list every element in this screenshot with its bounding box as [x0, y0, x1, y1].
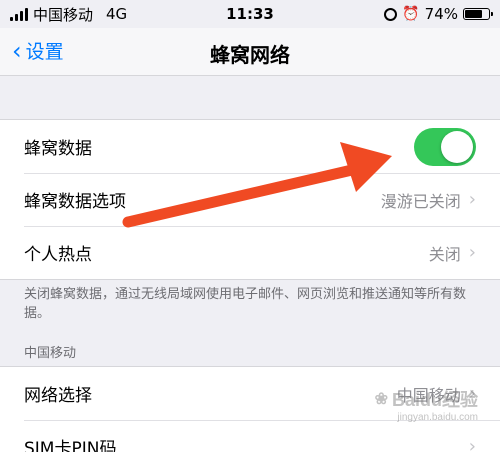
battery-icon [463, 8, 493, 20]
cellular-group: 蜂窝数据 蜂窝数据选项 漫游已关闭 › 个人热点 关闭 › [0, 119, 500, 280]
cellular-options-value: 漫游已关闭 [380, 191, 461, 211]
sim-pin-label: SIM卡PIN码 [24, 439, 117, 452]
cellular-data-label: 蜂窝数据 [24, 139, 92, 159]
chevron-right-icon: › [468, 189, 476, 210]
hotspot-value: 关闭 [428, 244, 461, 264]
watermark-url: jingyan.baidu.com [397, 412, 478, 423]
hotspot-row[interactable]: 个人热点 关闭 › [0, 226, 500, 279]
battery-fill [465, 10, 483, 18]
cellular-options-label: 蜂窝数据选项 [24, 192, 126, 212]
network-type: 4G [106, 5, 128, 23]
orientation-lock-icon [384, 7, 398, 21]
status-time: 11:33 [226, 5, 274, 23]
carrier-section-header: 中国移动 [24, 346, 77, 361]
signal-strength-icon [10, 7, 28, 21]
sim-pin-row[interactable]: SIM卡PIN码 › [0, 420, 500, 452]
baidu-paw-icon: ❀ [374, 391, 388, 408]
status-left: 中国移动 4G [10, 4, 127, 25]
toggle-knob [441, 130, 473, 163]
watermark-brand: Baidu经验 [391, 390, 478, 410]
carrier-name: 中国移动 [33, 5, 94, 24]
chevron-right-icon: › [468, 436, 476, 452]
page-title: 蜂窝网络 [210, 43, 290, 67]
cellular-data-row: 蜂窝数据 [0, 120, 500, 173]
chevron-right-icon: › [468, 242, 476, 263]
cellular-footer-note: 关闭蜂窝数据，通过无线局域网使用电子邮件、网页浏览和推送通知等所有数据。 [24, 287, 467, 321]
status-bar: 中国移动 4G 11:33 ⏰ 74% [0, 0, 500, 28]
navigation-bar: ‹ 设置 蜂窝网络 [0, 28, 500, 76]
battery-percent: 74% [424, 5, 458, 23]
network-selection-label: 网络选择 [24, 386, 92, 406]
cellular-options-row[interactable]: 蜂窝数据选项 漫游已关闭 › [0, 173, 500, 226]
status-right: ⏰ 74% [384, 5, 493, 23]
baidu-watermark: ❀ Baidu经验 [375, 386, 478, 412]
cellular-data-toggle[interactable] [414, 127, 476, 166]
alarm-icon: ⏰ [402, 6, 420, 22]
hotspot-label: 个人热点 [24, 245, 92, 265]
